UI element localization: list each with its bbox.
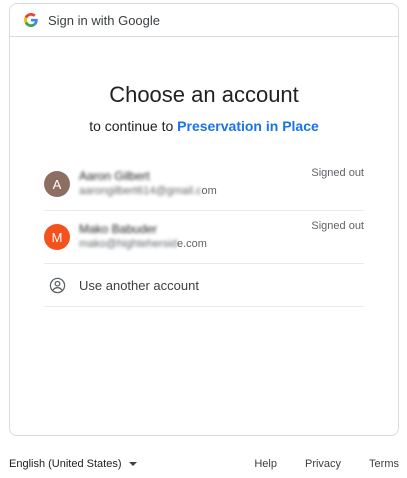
privacy-link[interactable]: Privacy: [305, 458, 341, 470]
card-header: Sign in with Google: [10, 4, 398, 37]
account-item-2[interactable]: M Mako Babuder mako@highteherside.com Si…: [44, 211, 364, 264]
account-email: mako@highteherside.com: [79, 237, 207, 252]
account-details: Aaron Gilbert aarongilbert614@gmail.com: [79, 169, 217, 199]
use-another-account-label: Use another account: [79, 277, 199, 293]
account-name: Mako Babuder: [79, 222, 158, 236]
account-email: aarongilbert614@gmail.com: [79, 184, 217, 199]
page-title: Choose an account: [109, 82, 299, 107]
avatar: A: [44, 171, 70, 197]
account-item-1[interactable]: A Aaron Gilbert aarongilbert614@gmail.co…: [44, 158, 364, 211]
subheading-prefix: to continue to: [89, 118, 174, 134]
status-badge: Signed out: [311, 167, 364, 179]
footer-links: Help Privacy Terms: [226, 458, 399, 470]
account-details: Mako Babuder mako@highteherside.com: [79, 222, 207, 252]
status-badge: Signed out: [311, 220, 364, 232]
caret-down-icon: [128, 462, 137, 466]
help-link[interactable]: Help: [254, 458, 277, 470]
account-list: A Aaron Gilbert aarongilbert614@gmail.co…: [44, 158, 364, 307]
page: Sign in with Google Choose an account to…: [0, 0, 407, 478]
language-label: English (United States): [9, 458, 122, 470]
avatar: M: [44, 224, 70, 250]
language-select[interactable]: English (United States): [9, 458, 137, 470]
app-name-link[interactable]: Preservation in Place: [177, 118, 319, 134]
account-email-hidden: aarongilbert614@gmail.c: [79, 185, 202, 197]
account-email-visible: e.com: [177, 238, 207, 250]
avatar-initial: A: [52, 176, 62, 192]
use-another-account-button[interactable]: Use another account: [44, 264, 364, 307]
subheading: to continue to Preservation in Place: [10, 118, 398, 134]
header-title: Sign in with Google: [48, 12, 161, 28]
account-name: Aaron Gilbert: [79, 169, 150, 183]
terms-link[interactable]: Terms: [369, 458, 399, 470]
account-chooser-card: Sign in with Google Choose an account to…: [9, 3, 399, 436]
account-email-visible: om: [201, 185, 217, 197]
google-logo-icon: [24, 13, 38, 27]
avatar-initial: M: [51, 229, 63, 245]
account-circle-icon: [44, 272, 70, 298]
account-email-hidden: mako@hightehersid: [79, 238, 177, 250]
